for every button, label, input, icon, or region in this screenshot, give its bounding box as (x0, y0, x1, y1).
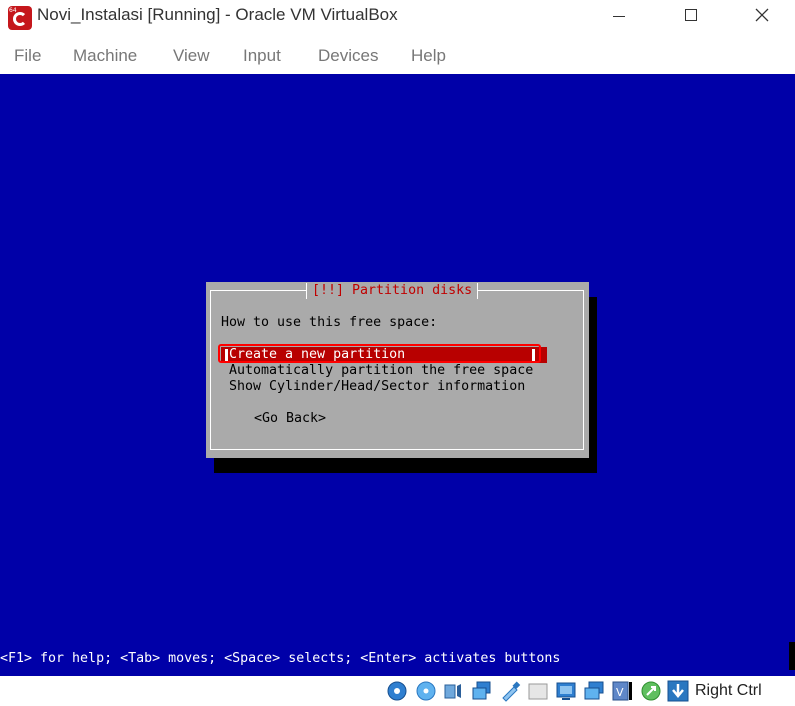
menu-file[interactable]: File (14, 46, 41, 66)
option-show-chs-info[interactable]: Show Cylinder/Head/Sector information (229, 379, 525, 395)
close-icon[interactable] (728, 0, 794, 32)
menu-devices[interactable]: Devices (318, 46, 378, 66)
network-icon[interactable] (471, 680, 493, 702)
menu-help[interactable]: Help (411, 46, 446, 66)
hard-disk-icon[interactable] (386, 680, 408, 702)
status-bar: V Right Ctrl (0, 676, 795, 705)
video-capture-icon[interactable] (583, 680, 605, 702)
window-title: Novi_Instalasi [Running] - Oracle VM Vir… (37, 5, 398, 24)
mouse-integration-icon[interactable] (640, 680, 662, 702)
selection-highlight (218, 344, 541, 363)
display-icon[interactable] (555, 680, 577, 702)
dialog-title: [!!] Partition disks (306, 283, 479, 299)
shared-folders-icon[interactable] (527, 680, 549, 702)
host-key-arrow-icon[interactable] (667, 680, 689, 702)
menu-bar: File Machine View Input Devices Help (0, 37, 795, 74)
menu-view[interactable]: View (173, 46, 210, 66)
host-key-label: Right Ctrl (695, 682, 762, 699)
menu-input[interactable]: Input (243, 46, 281, 66)
partition-dialog: [!!] Partition disks How to use this fre… (206, 282, 589, 458)
audio-icon[interactable] (442, 680, 464, 702)
window-title-bar: 64 Novi_Instalasi [Running] - Oracle VM … (0, 0, 795, 37)
maximize-icon[interactable] (657, 0, 723, 32)
dialog-prompt: How to use this free space: (221, 315, 438, 330)
mouse-cursor (789, 642, 795, 670)
vm-display[interactable]: [!!] Partition disks How to use this fre… (0, 74, 795, 676)
svg-text:V: V (616, 686, 624, 699)
menu-machine[interactable]: Machine (73, 46, 137, 66)
option-automatically-partition[interactable]: Automatically partition the free space (229, 363, 533, 379)
guest-additions-icon[interactable]: V (611, 680, 633, 702)
optical-drive-icon[interactable] (415, 680, 437, 702)
usb-icon[interactable] (499, 680, 521, 702)
help-line: <F1> for help; <Tab> moves; <Space> sele… (0, 651, 561, 666)
go-back-button[interactable]: <Go Back> (254, 411, 326, 427)
minimize-icon[interactable] (585, 0, 651, 32)
virtualbox-vm-icon: 64 (8, 6, 32, 30)
